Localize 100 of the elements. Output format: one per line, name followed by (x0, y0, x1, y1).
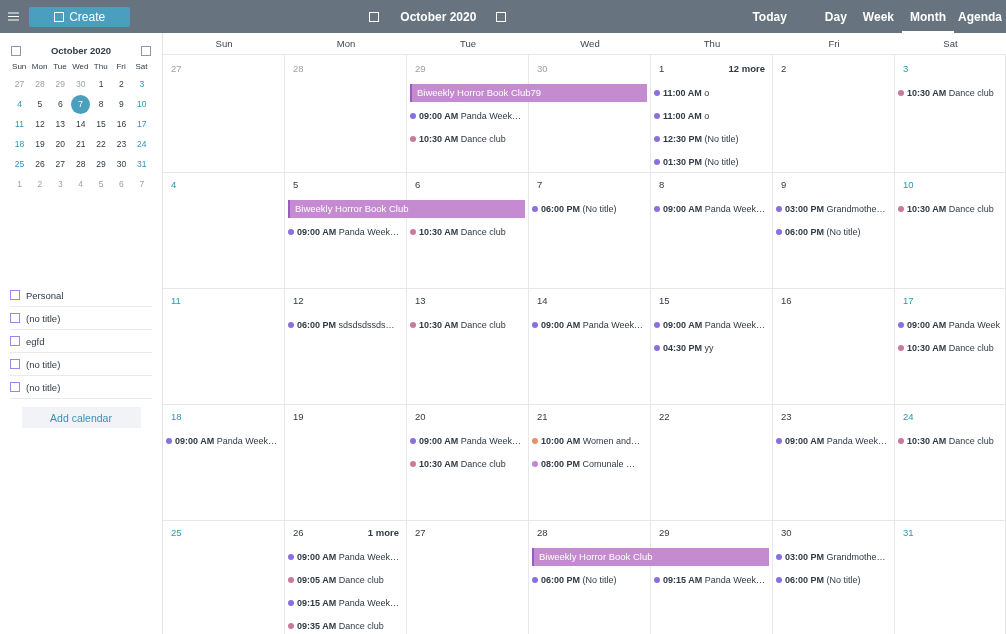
next-month-button[interactable] (141, 45, 151, 56)
mini-calendar-day[interactable]: 8 (91, 95, 111, 114)
event-item[interactable]: 10:30 AM Dance club (895, 203, 994, 214)
view-tab[interactable]: Day (816, 0, 855, 33)
mini-calendar-day[interactable]: 19 (30, 135, 50, 154)
mini-calendar-day[interactable]: 31 (132, 155, 152, 174)
weekday-label: Thu (92, 61, 109, 73)
previous-month-button[interactable] (11, 45, 21, 56)
day-number: 4 (171, 178, 177, 190)
mini-calendar-day[interactable]: 30 (111, 155, 131, 174)
mini-calendar-day[interactable]: 25 (10, 155, 29, 174)
mini-calendar-day[interactable]: 6 (50, 95, 70, 114)
day-number: 15 (659, 294, 670, 306)
event-item[interactable]: 09:15 AM Panda Week… (651, 574, 766, 585)
event-item[interactable]: 11:00 AM o (651, 110, 710, 121)
event-item[interactable]: 08:00 PM Comunale … (529, 458, 636, 469)
calendar-checkbox[interactable] (10, 313, 20, 323)
event-item[interactable]: 10:00 AM Women and… (529, 435, 641, 446)
day-number: 11 (171, 294, 181, 306)
day-number: 29 (415, 62, 426, 74)
event-item[interactable]: 06:00 PM (No title) (773, 574, 861, 585)
mini-calendar-day[interactable]: 12 (30, 115, 50, 134)
event-item[interactable]: 09:00 AM Panda Week… (651, 319, 766, 330)
mini-calendar-day[interactable]: 23 (111, 135, 131, 154)
mini-calendar-day[interactable]: 4 (10, 95, 29, 114)
weekday-label: Mon (30, 61, 49, 73)
event-item[interactable]: 09:00 AM Panda Week (895, 319, 1001, 330)
calendar-checkbox[interactable] (10, 359, 20, 369)
mini-calendar-day[interactable]: 3 (132, 75, 152, 94)
event-item[interactable]: 09:00 AM Panda Week… (407, 435, 522, 446)
event-item[interactable]: 12:30 PM (No title) (651, 133, 739, 144)
mini-calendar-day[interactable]: 1 (91, 75, 111, 94)
mini-calendar-day[interactable]: 22 (91, 135, 111, 154)
weekday-label: Tue (52, 61, 68, 73)
day-number: 9 (781, 178, 787, 190)
event-item[interactable]: 10:30 AM Dance club (407, 319, 506, 330)
event-item[interactable]: 11:00 AM o (651, 87, 710, 98)
mini-calendar-day[interactable]: 2 (111, 75, 131, 94)
day-number: 3 (903, 62, 909, 74)
event-item[interactable]: 09:00 AM Panda Week… (529, 319, 644, 330)
event-item[interactable]: 10:30 AM Dance club (895, 342, 994, 353)
view-tab[interactable]: Month (902, 0, 954, 33)
event-item[interactable]: 09:05 AM Dance club (285, 574, 384, 585)
event-item[interactable]: 09:15 AM Panda Week… (285, 597, 400, 608)
event-item[interactable]: 09:00 AM Panda Week… (407, 110, 522, 121)
event-item[interactable]: 06:00 PM (No title) (773, 226, 861, 237)
mini-calendar-day[interactable]: 18 (10, 135, 29, 154)
mini-calendar-day[interactable]: 13 (50, 115, 70, 134)
event-item[interactable]: 06:00 PM (No title) (529, 574, 617, 585)
menu-icon[interactable] (8, 10, 19, 23)
mini-calendar-day[interactable]: 10 (132, 95, 152, 114)
more-events-link[interactable]: 12 more (728, 62, 765, 74)
day-number: 21 (537, 410, 548, 422)
mini-calendar-day[interactable]: 21 (71, 135, 91, 154)
event-item[interactable]: 03:00 PM Grandmothe… (773, 203, 886, 214)
mini-calendar-day[interactable]: 24 (132, 135, 152, 154)
calendar-checkbox[interactable] (10, 382, 20, 392)
event-item[interactable]: 01:30 PM (No title) (651, 156, 739, 167)
event-item[interactable]: 10:30 AM Dance club (407, 458, 506, 469)
event-item[interactable]: 10:30 AM Dance club (895, 87, 994, 98)
event-item[interactable]: 06:00 PM (No title) (529, 203, 617, 214)
event-item[interactable]: 10:30 AM Dance club (407, 133, 506, 144)
view-tab[interactable]: Agenda (954, 0, 1006, 33)
event-item[interactable]: 09:35 AM Dance club (285, 620, 384, 631)
calendar-checkbox[interactable] (10, 336, 20, 346)
mini-calendar-day[interactable]: 26 (30, 155, 50, 174)
mini-calendar-day[interactable]: 17 (132, 115, 152, 134)
weekday-header: Wed (579, 37, 601, 51)
mini-calendar-day[interactable]: 11 (10, 115, 29, 134)
day-number: 22 (659, 410, 670, 422)
day-number: 19 (293, 410, 304, 422)
day-number: 25 (171, 526, 182, 538)
today-button[interactable]: Today (744, 0, 795, 33)
mini-calendar-day[interactable]: 16 (111, 115, 131, 134)
event-item[interactable]: 10:30 AM Dance club (407, 226, 506, 237)
mini-calendar-day[interactable]: 20 (50, 135, 70, 154)
event-item[interactable]: 09:00 AM Panda Week… (163, 435, 278, 446)
event-item[interactable]: 10:30 AM Dance club (895, 435, 994, 446)
mini-calendar-day[interactable]: 9 (111, 95, 131, 114)
event-item[interactable]: 09:00 AM Panda Week… (285, 551, 400, 562)
day-number: 20 (415, 410, 426, 422)
mini-calendar-day[interactable]: 28 (71, 155, 91, 174)
day-number: 31 (903, 526, 914, 538)
event-item[interactable]: 04:30 PM yy (651, 342, 714, 353)
mini-calendar-day[interactable]: 29 (91, 155, 111, 174)
view-tab[interactable]: Week (854, 0, 902, 33)
calendar-checkbox[interactable] (10, 290, 20, 300)
mini-calendar-day[interactable]: 14 (71, 115, 91, 134)
more-events-link[interactable]: 1 more (367, 526, 399, 538)
event-item[interactable]: 03:00 PM Grandmothe… (773, 551, 886, 562)
mini-calendar-day[interactable]: 15 (91, 115, 111, 134)
event-item[interactable]: 09:00 AM Panda Week… (651, 203, 766, 214)
event-item[interactable]: 06:00 PM sdsdsdssds… (285, 319, 395, 330)
day-number: 5 (293, 178, 299, 190)
day-number: 28 (537, 526, 548, 538)
event-item[interactable]: 09:00 AM Panda Week… (773, 435, 888, 446)
event-item[interactable]: 09:00 AM Panda Week… (285, 226, 400, 237)
mini-calendar-day[interactable]: 5 (30, 95, 50, 114)
mini-calendar-day[interactable]: 27 (50, 155, 70, 174)
day-number: 28 (293, 62, 304, 74)
